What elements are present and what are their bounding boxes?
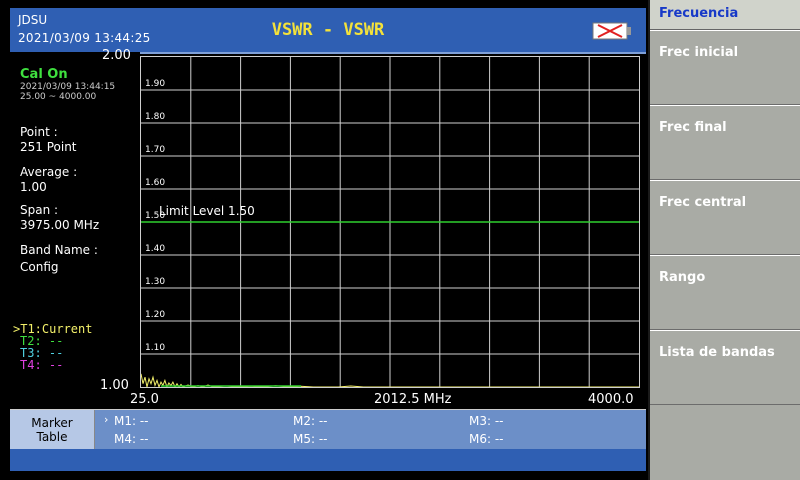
span-label: Span : — [20, 203, 59, 217]
y-max-label: 2.00 — [102, 48, 131, 63]
y-tick-label: 1.30 — [145, 277, 165, 287]
average-value: 1.00 — [20, 180, 47, 194]
menu-header: Frecuencia — [650, 0, 800, 30]
y-tick-label: 1.70 — [145, 145, 165, 155]
analyzer-screen: JDSU 2021/03/09 13:44:25 VSWR - VSWR Cal… — [0, 0, 648, 480]
vswr-plot[interactable]: 1.90 1.80 1.70 1.60 1.50 1.40 1.30 1.20 1.10 Limi… — [140, 56, 640, 389]
band-name-value: Config — [20, 260, 59, 274]
measurement-info-panel: Cal On 2021/03/09 13:44:15 25.00 ~ 4000.… — [10, 52, 140, 408]
softkey-menu: Frecuencia Frec inicial Frec final Frec … — [650, 0, 800, 480]
y-tick-label: 1.80 — [145, 112, 165, 122]
cal-range: 25.00 ~ 4000.00 — [20, 92, 97, 102]
point-value: 251 Point — [20, 140, 77, 154]
limit-level-label: Limit Level 1.50 — [159, 204, 255, 218]
softkey-frec-final[interactable]: Frec final — [650, 105, 800, 180]
mode-title: VSWR - VSWR — [271, 20, 385, 40]
marker-m6[interactable]: M6: -- — [469, 432, 504, 446]
cal-status: Cal On — [20, 67, 68, 82]
trace-t4-label[interactable]: T4: -- — [20, 359, 63, 371]
band-name-label: Band Name : — [20, 243, 98, 257]
y-tick-label: 1.60 — [145, 178, 165, 188]
marker-table[interactable]: Marker Table › M1: -- M2: -- M3: -- M4: … — [10, 409, 646, 450]
marker-m5[interactable]: M5: -- — [293, 432, 328, 446]
y-tick-label: 1.90 — [145, 79, 165, 89]
point-label: Point : — [20, 125, 58, 139]
average-label: Average : — [20, 165, 78, 179]
x-stop-label: 4000.0 — [588, 392, 634, 407]
marker-m1[interactable]: M1: -- — [114, 414, 149, 428]
span-value: 3975.00 MHz — [20, 218, 100, 232]
marker-table-title: Marker Table — [10, 410, 95, 450]
cal-datetime: 2021/03/09 13:44:15 — [20, 82, 116, 92]
marker-m4[interactable]: M4: -- — [114, 432, 149, 446]
y-min-label: 1.00 — [100, 378, 129, 393]
softkey-frec-inicial[interactable]: Frec inicial — [650, 30, 800, 105]
marker-selector-icon: › — [104, 413, 109, 426]
softkey-lista-de-bandas[interactable]: Lista de bandas — [650, 330, 800, 405]
softkey-rango[interactable]: Rango — [650, 255, 800, 330]
softkey-frec-central[interactable]: Frec central — [650, 180, 800, 255]
marker-table-title-line2: Table — [36, 430, 68, 444]
x-start-label: 25.0 — [130, 392, 159, 407]
vswr-chart: 1.901.801.701.601.501.401.301.201.10Limi… — [140, 57, 639, 389]
marker-m3[interactable]: M3: -- — [469, 414, 504, 428]
y-tick-label: 1.20 — [145, 310, 165, 320]
y-tick-label: 1.10 — [145, 343, 165, 353]
marker-m2[interactable]: M2: -- — [293, 414, 328, 428]
status-footer — [10, 449, 646, 471]
battery-icon — [592, 22, 631, 40]
x-center-label: 2012.5 MHz — [374, 392, 452, 407]
y-tick-label: 1.40 — [145, 244, 165, 254]
marker-table-title-line1: Marker — [31, 416, 73, 430]
